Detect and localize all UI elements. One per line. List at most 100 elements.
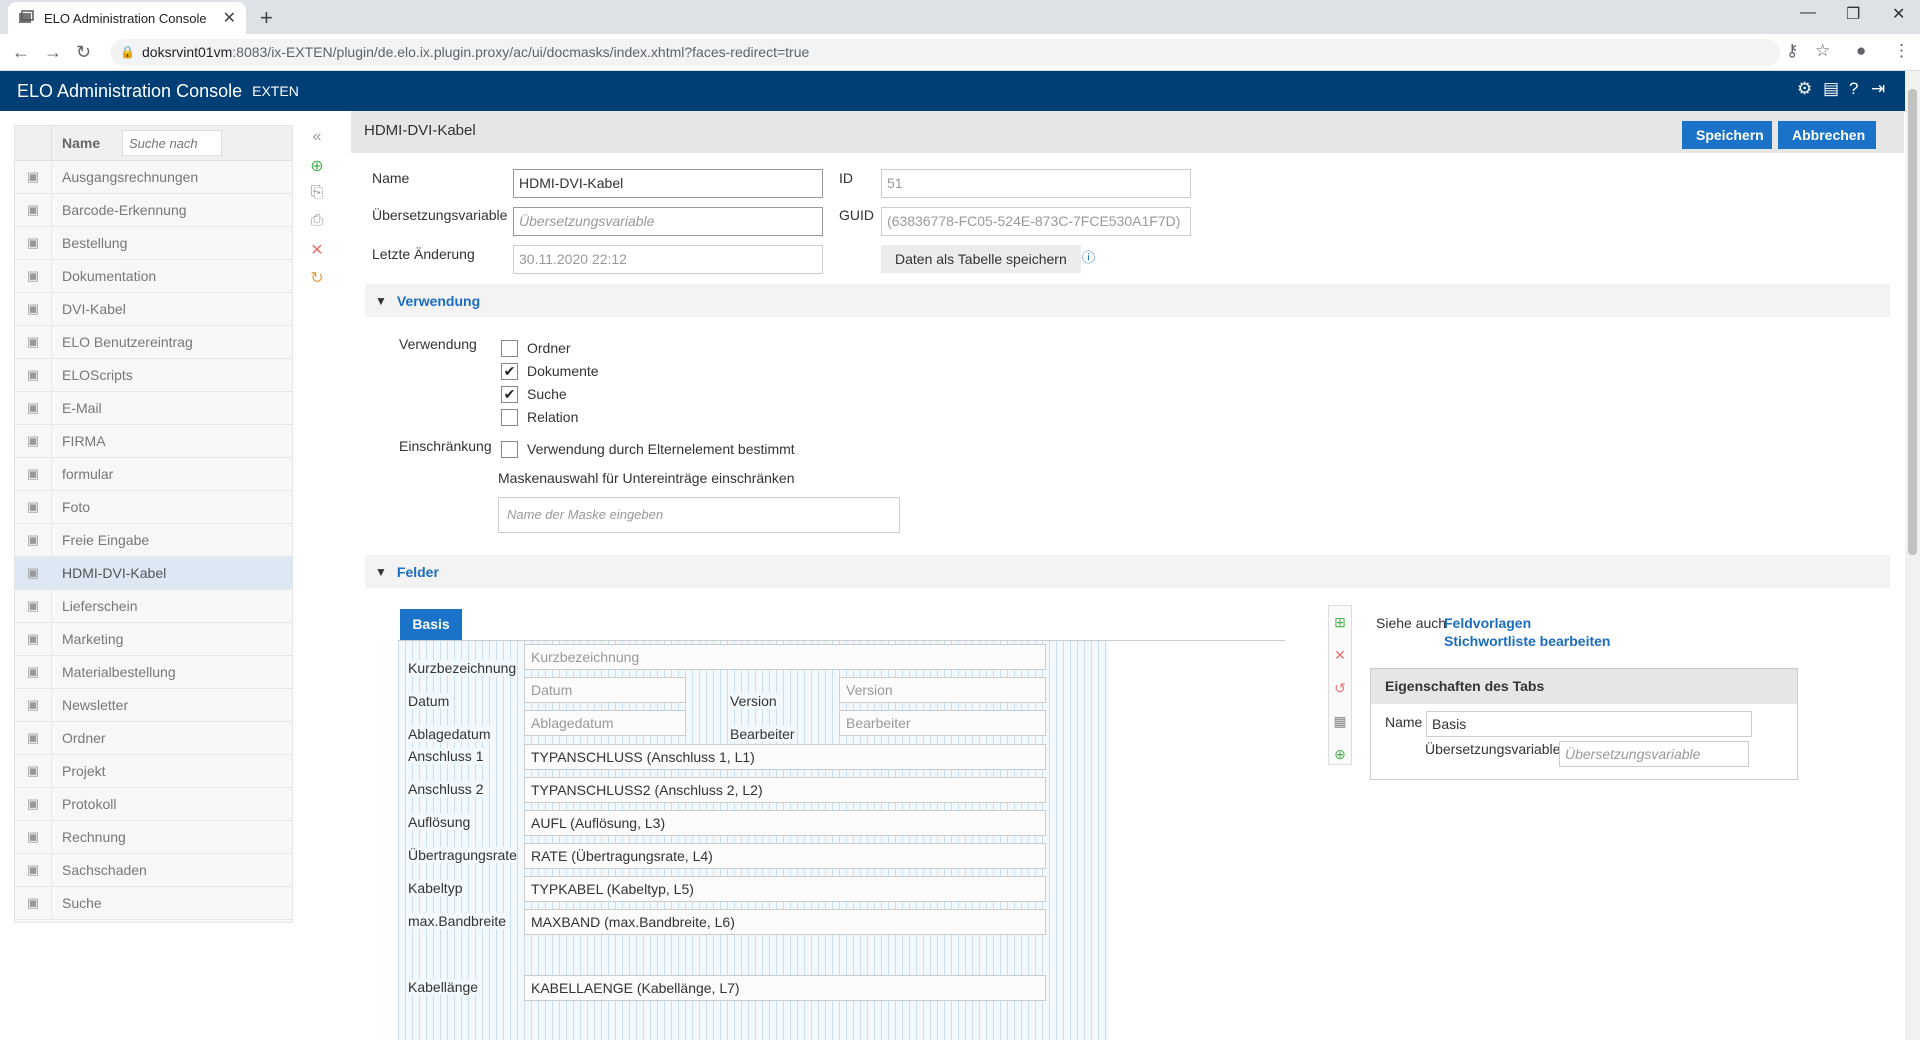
mask-list-item[interactable]: ▣ Protokoll	[15, 787, 292, 821]
grid-icon[interactable]: ▦	[1329, 705, 1351, 738]
back-icon[interactable]: ←	[12, 42, 30, 63]
field-slot[interactable]: TYPANSCHLUSS2 (Anschluss 2, L2)	[524, 777, 1046, 803]
save-as-table-button[interactable]: Daten als Tabelle speichern	[881, 245, 1081, 273]
mask-list-item[interactable]: ▣ DVI-Kabel	[15, 292, 292, 326]
mask-list-item[interactable]: ▣ Ausgangsrechnungen	[15, 160, 292, 194]
browser-menu-icon[interactable]: ⋮	[1893, 41, 1910, 61]
mask-list-item[interactable]: ▣ Materialbestellung	[15, 655, 292, 689]
field-slot[interactable]: TYPKABEL (Kabeltyp, L5)	[524, 876, 1046, 902]
mask-list-item[interactable]: ▣ Projekt	[15, 754, 292, 788]
add-field-icon[interactable]: ⊞	[1329, 606, 1351, 639]
tab-translation-label: Übersetzungsvariable	[1425, 741, 1561, 757]
window-icon[interactable]: ▤	[1823, 79, 1839, 99]
mask-list-item[interactable]: ▣ HDMI-DVI-Kabel	[15, 556, 292, 590]
mask-list-item[interactable]: ▣ ELOScripts	[15, 358, 292, 392]
mask-list-item[interactable]: ▣ Freie Eingabe	[15, 523, 292, 557]
field-slot[interactable]: Datum	[524, 677, 686, 703]
mask-search-input[interactable]	[122, 130, 222, 156]
add-icon[interactable]: ⊕	[307, 156, 327, 184]
mask-name-input[interactable]: Name der Maske eingeben	[498, 497, 900, 533]
window-close-icon[interactable]: ✕	[1892, 4, 1905, 24]
mask-editor: HDMI-DVI-Kabel Speichern Abbrechen Name …	[351, 111, 1904, 1040]
field-slot[interactable]: Kurzbezeichnung	[524, 644, 1046, 670]
tab-basis[interactable]: Basis	[400, 609, 462, 640]
mask-list-item[interactable]: ▣ Lieferschein	[15, 589, 292, 623]
usage-checkbox[interactable]: ✔	[501, 363, 518, 380]
remove-field-icon[interactable]: ✕	[1329, 639, 1351, 672]
mask-list-item[interactable]: ▣ Dokumentation	[15, 259, 292, 293]
lock-icon: 🔒	[120, 45, 135, 59]
minimize-icon[interactable]: —	[1800, 4, 1816, 22]
section-felder[interactable]: ▼ Felder	[365, 555, 1890, 588]
save-button[interactable]: Speichern	[1682, 121, 1772, 149]
url-field[interactable]: 🔒 doksrvint01vm:8083/ix-EXTEN/plugin/de.…	[110, 39, 1780, 66]
field-slot[interactable]: AUFL (Auflösung, L3)	[524, 810, 1046, 836]
mask-icon: ▣	[15, 721, 52, 755]
add-tab-icon[interactable]: ⊕	[1329, 738, 1351, 771]
star-icon[interactable]: ☆	[1815, 41, 1830, 61]
editor-title: HDMI-DVI-Kabel	[364, 122, 476, 139]
last-changed-label: Letzte Änderung	[372, 246, 475, 262]
gear-icon[interactable]: ⚙	[1797, 79, 1812, 99]
mask-list-item[interactable]: ▣ Rechnung	[15, 820, 292, 854]
mask-icon: ▣	[15, 556, 52, 590]
guid-value: (63836778-FC05-524E-873C-7FCE530A1F7D)	[881, 207, 1191, 236]
usage-checkbox[interactable]	[501, 409, 518, 426]
close-tab-icon[interactable]: ✕	[223, 8, 236, 28]
key-icon[interactable]: ⚷	[1786, 41, 1798, 61]
field-slot[interactable]: Ablagedatum	[524, 710, 686, 736]
mask-list-item[interactable]: ▣ E-Mail	[15, 391, 292, 425]
browser-tab[interactable]: ELO Administration Console ✕	[8, 2, 246, 34]
profile-icon[interactable]: ●	[1856, 41, 1866, 61]
keyword-list-link[interactable]: Stichwortliste bearbeiten	[1444, 633, 1610, 649]
translation-input[interactable]: Übersetzungsvariable	[513, 207, 823, 236]
mask-list-item[interactable]: ▣ formular	[15, 457, 292, 491]
section-verwendung[interactable]: ▼ Verwendung	[365, 284, 1890, 317]
logout-icon[interactable]: ⇥	[1871, 79, 1885, 99]
field-label: Anschluss 2	[408, 781, 484, 797]
copy-icon[interactable]: ⎘	[307, 184, 327, 212]
mask-list-item[interactable]: ▣ Marketing	[15, 622, 292, 656]
help-icon[interactable]: ?	[1849, 79, 1858, 99]
mask-list-item[interactable]: ▣ Barcode-Erkennung	[15, 193, 292, 227]
usage-checkbox-label: Relation	[527, 409, 579, 425]
forward-icon[interactable]: →	[44, 42, 62, 63]
field-templates-link[interactable]: Feldvorlagen	[1444, 615, 1531, 631]
mask-list-item-label: Lieferschein	[62, 598, 138, 614]
scrollbar-thumb[interactable]	[1908, 89, 1917, 555]
mask-list-item[interactable]: ▣ Suche	[15, 886, 292, 920]
new-tab-icon[interactable]: +	[260, 5, 273, 31]
cancel-button[interactable]: Abbrechen	[1778, 121, 1876, 149]
field-slot[interactable]: TYPANSCHLUSS (Anschluss 1, L1)	[524, 744, 1046, 770]
restore-icon[interactable]: ❐	[1846, 4, 1860, 24]
usage-checkbox[interactable]: ✔	[501, 386, 518, 403]
mask-list-item[interactable]: ▣ Newsletter	[15, 688, 292, 722]
print-icon[interactable]: ⎙	[307, 212, 327, 240]
field-slot[interactable]: Bearbeiter	[839, 710, 1046, 736]
mask-list-item[interactable]: ▣ ELO Benutzereintrag	[15, 325, 292, 359]
delete-icon[interactable]: ✕	[307, 240, 327, 268]
reload-icon[interactable]: ↻	[76, 42, 91, 63]
parent-restriction-checkbox[interactable]	[501, 441, 518, 458]
collapse-icon[interactable]: «	[307, 128, 327, 156]
mask-list-item[interactable]: ▣ Bestellung	[15, 226, 292, 260]
info-icon[interactable]: ⓘ	[1082, 247, 1095, 266]
tab-name-input[interactable]: Basis	[1426, 711, 1752, 737]
refresh-icon[interactable]: ↻	[307, 268, 327, 296]
mask-list-item[interactable]: ▣ Sachschaden	[15, 853, 292, 887]
name-input[interactable]: HDMI-DVI-Kabel	[513, 169, 823, 198]
field-slot[interactable]: MAXBAND (max.Bandbreite, L6)	[524, 909, 1046, 935]
tab-translation-input[interactable]: Übersetzungsvariable	[1559, 741, 1749, 767]
field-slot[interactable]: Version	[839, 677, 1046, 703]
fields-designer: Basis Kurzbezeichnung Kurzbezeichnung Datu…	[398, 605, 1798, 1040]
undo-icon[interactable]: ↺	[1329, 672, 1351, 705]
mask-list-item[interactable]: ▣ Foto	[15, 490, 292, 524]
mask-list-item[interactable]: ▣ FIRMA	[15, 424, 292, 458]
usage-checkbox[interactable]	[501, 340, 518, 357]
mask-list-item[interactable]: ▣ Ordner	[15, 721, 292, 755]
mask-list-item-label: Rechnung	[62, 829, 126, 845]
mask-icon: ▣	[15, 457, 52, 491]
field-slot[interactable]: KABELLAENGE (Kabellänge, L7)	[524, 975, 1046, 1001]
field-slot[interactable]: RATE (Übertragungsrate, L4)	[524, 843, 1046, 869]
page-scrollbar[interactable]	[1905, 71, 1920, 1040]
